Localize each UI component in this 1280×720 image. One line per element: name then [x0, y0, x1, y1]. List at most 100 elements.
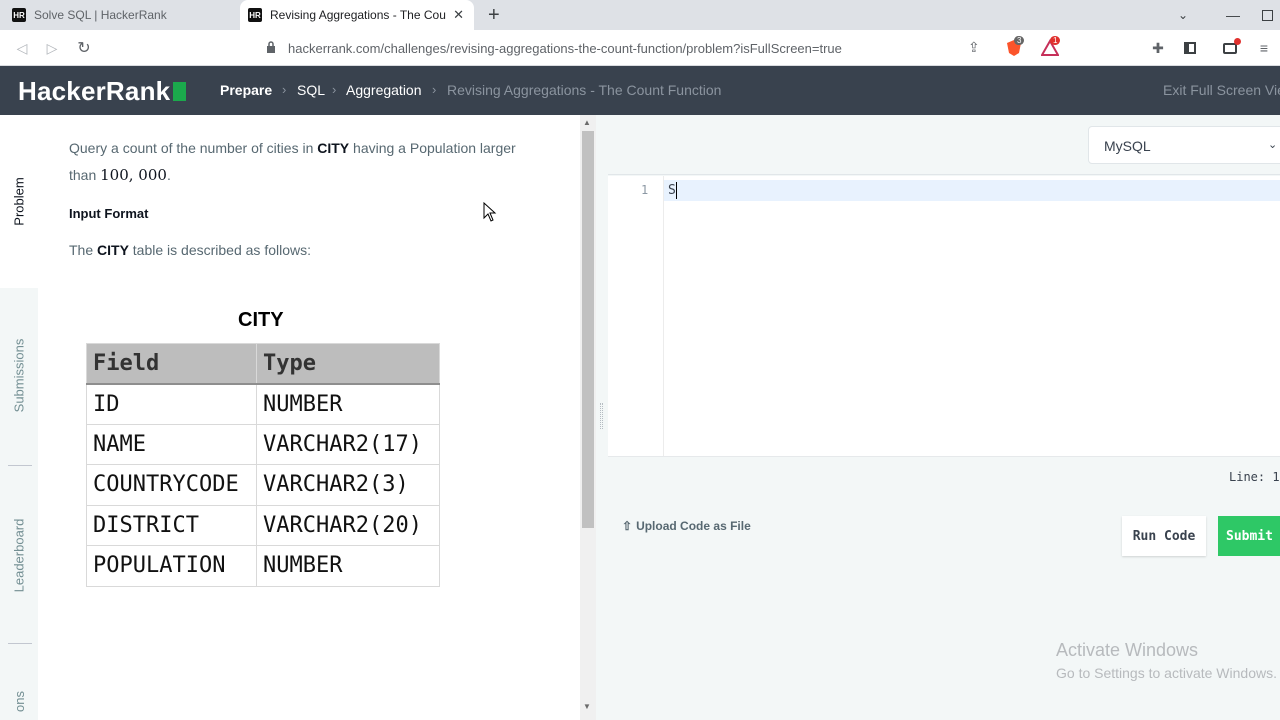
- column-header-field: Field: [86, 343, 257, 385]
- breadcrumb-sql[interactable]: SQL: [297, 82, 325, 98]
- exit-full-screen-link[interactable]: Exit Full Screen Vie: [1163, 82, 1280, 98]
- browser-tab[interactable]: HR Solve SQL | HackerRank: [0, 0, 240, 30]
- field-cell: POPULATION: [86, 545, 257, 587]
- tab-title: Revising Aggregations - The Cou: [270, 8, 446, 22]
- problem-text: .: [166, 167, 171, 183]
- upload-label: Upload Code as File: [636, 519, 751, 533]
- watermark-title: Activate Windows: [1056, 640, 1199, 660]
- panel-resize-handle[interactable]: [596, 115, 608, 720]
- hackerrank-logo[interactable]: HackerRank: [18, 76, 187, 107]
- field-cell: ID: [86, 383, 257, 425]
- submit-code-button[interactable]: Submit: [1218, 516, 1280, 556]
- tab-leaderboard[interactable]: Leaderboard: [0, 467, 38, 643]
- breadcrumb-prepare[interactable]: Prepare: [220, 82, 272, 98]
- code-text[interactable]: S: [668, 183, 676, 198]
- menu-icon[interactable]: ≡: [1254, 38, 1274, 58]
- tab-title: Solve SQL | HackerRank: [34, 8, 167, 22]
- breadcrumb-aggregation[interactable]: Aggregation: [346, 82, 422, 98]
- wallet-icon[interactable]: [1220, 38, 1241, 58]
- type-cell: VARCHAR2(3): [256, 464, 440, 506]
- table-header-row: Field Type: [86, 343, 440, 385]
- problem-statement-panel: Query a count of the number of cities in…: [38, 115, 580, 720]
- forward-arrow-icon[interactable]: ▷: [42, 38, 62, 58]
- back-arrow-icon[interactable]: ◁: [12, 38, 32, 58]
- language-select-value: MySQL: [1104, 138, 1151, 154]
- maximize-icon[interactable]: [1262, 0, 1280, 30]
- hackerrank-favicon: HR: [12, 8, 26, 22]
- table-row: COUNTRYCODE VARCHAR2(3): [86, 464, 440, 506]
- type-cell: NUMBER: [256, 545, 440, 587]
- input-format-heading: Input Format: [69, 206, 149, 221]
- field-cell: NAME: [86, 423, 257, 465]
- minimize-icon[interactable]: —: [1226, 0, 1240, 30]
- city-schema-table: Field Type ID NUMBER NAME VARCHAR2(17) C…: [86, 343, 440, 587]
- brave-rewards-icon[interactable]: 1: [1040, 36, 1061, 58]
- breadcrumb-separator-icon: ›: [332, 82, 337, 97]
- math-number: 100, 000: [100, 166, 167, 184]
- column-header-type: Type: [256, 343, 440, 385]
- browser-toolbar: ◁ ▷ ↻ hackerrank.com/challenges/revising…: [0, 30, 1280, 66]
- address-bar[interactable]: hackerrank.com/challenges/revising-aggre…: [222, 34, 994, 62]
- extensions-puzzle-icon[interactable]: ✚: [1148, 38, 1168, 58]
- problem-text: Query a count of the number of cities in: [69, 140, 318, 156]
- table-image-title: CITY: [238, 309, 284, 331]
- problem-text: having a Population larger: [349, 140, 516, 156]
- sidebar-icon[interactable]: [1180, 38, 1200, 58]
- table-row: NAME VARCHAR2(17): [86, 423, 440, 465]
- logo-square-icon: [173, 82, 187, 101]
- browser-tab-active[interactable]: HR Revising Aggregations - The Cou ✕: [240, 0, 474, 30]
- table-row: POPULATION NUMBER: [86, 545, 440, 587]
- breadcrumb-current: Revising Aggregations - The Count Functi…: [447, 82, 722, 98]
- table-name-bold: CITY: [97, 242, 129, 258]
- type-cell: VARCHAR2(17): [256, 423, 440, 465]
- field-cell: DISTRICT: [86, 504, 257, 546]
- share-icon[interactable]: ⇪: [968, 39, 980, 56]
- line-number: 1: [641, 183, 649, 197]
- reload-icon[interactable]: ↻: [74, 38, 94, 58]
- problem-scrollbar-thumb[interactable]: [582, 131, 594, 528]
- code-editor[interactable]: [608, 176, 1280, 456]
- problem-line-1: Query a count of the number of cities in…: [69, 135, 516, 162]
- tab-search-chevron-down-icon[interactable]: ⌄: [1178, 0, 1188, 30]
- hackerrank-favicon: HR: [248, 8, 262, 22]
- type-cell: NUMBER: [256, 383, 440, 425]
- mouse-pointer-icon: [483, 201, 497, 227]
- tab-submissions[interactable]: Submissions: [0, 288, 38, 463]
- logo-text: HackerRank: [18, 76, 171, 106]
- table-description: The CITY table is described as follows:: [69, 237, 311, 264]
- tab-submissions-label: Submissions: [11, 338, 27, 413]
- active-line-highlight: [664, 180, 1280, 201]
- problem-text: than: [69, 167, 101, 183]
- tab-problem-label: Problem: [11, 177, 27, 226]
- breadcrumb-separator-icon: ›: [432, 82, 437, 97]
- close-tab-icon[interactable]: ✕: [453, 7, 464, 23]
- run-code-button[interactable]: Run Code: [1122, 516, 1206, 556]
- language-select[interactable]: MySQL: [1088, 126, 1280, 164]
- breadcrumb-separator-icon: ›: [282, 82, 287, 97]
- line-number-gutter: [608, 176, 664, 456]
- editor-status-bar: [608, 456, 1280, 496]
- tab-discussions[interactable]: ons: [0, 683, 38, 720]
- cursor-line-info: Line: 1: [1229, 470, 1280, 484]
- scroll-down-arrow-icon[interactable]: ▼: [583, 702, 591, 711]
- scroll-up-arrow-icon[interactable]: ▲: [583, 118, 591, 127]
- upload-code-link[interactable]: ⇧ Upload Code as File: [622, 519, 751, 533]
- tab-divider: [8, 643, 32, 644]
- chevron-down-icon[interactable]: ⌄: [1268, 138, 1277, 151]
- tab-problem[interactable]: Problem: [0, 115, 38, 288]
- brave-shield-icon[interactable]: 3: [1004, 36, 1025, 58]
- hackerrank-header: HackerRank Prepare › SQL › Aggregation ›…: [0, 66, 1280, 115]
- text-cursor: [676, 182, 677, 199]
- tab-discussions-label: ons: [11, 691, 27, 712]
- field-cell: COUNTRYCODE: [86, 464, 257, 506]
- watermark-subtitle: Go to Settings to activate Windows.: [1056, 665, 1277, 681]
- problem-text: table is described as follows:: [128, 242, 311, 258]
- new-tab-icon[interactable]: +: [488, 0, 508, 30]
- table-name-bold: CITY: [317, 140, 350, 156]
- tab-divider: [8, 465, 32, 466]
- upload-icon: ⇧: [622, 519, 633, 533]
- drag-grip-icon: [600, 403, 603, 429]
- activate-windows-watermark: Activate Windows Go to Settings to activ…: [1056, 640, 1277, 681]
- browser-tab-strip: HR Solve SQL | HackerRank HR Revising Ag…: [0, 0, 1280, 30]
- tab-leaderboard-label: Leaderboard: [11, 518, 27, 592]
